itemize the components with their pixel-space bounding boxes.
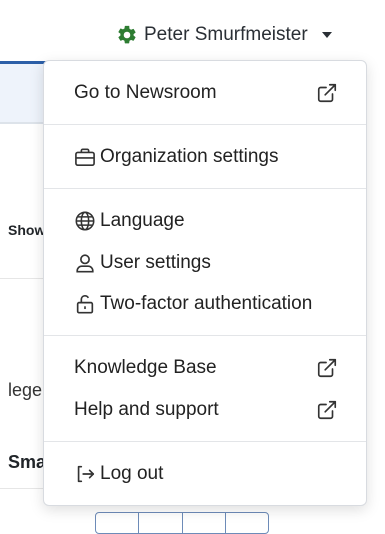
- menu-item-label: Two-factor authentication: [100, 293, 313, 314]
- menu-item-language[interactable]: Language: [74, 204, 338, 238]
- background-show-label: Show: [8, 222, 46, 238]
- globe-icon: [74, 210, 98, 232]
- background-legend-text: lege: [8, 380, 43, 400]
- external-link-icon: [316, 399, 338, 421]
- background-heading-text: Sma: [8, 452, 47, 472]
- menu-item-organization-settings[interactable]: Organization settings: [74, 140, 338, 174]
- menu-item-label: User settings: [100, 252, 211, 273]
- briefcase-icon: [74, 146, 98, 168]
- menu-item-knowledge-base[interactable]: Knowledge Base: [74, 351, 338, 385]
- menu-item-go-to-newsroom[interactable]: Go to Newsroom: [74, 76, 338, 110]
- menu-divider: [44, 441, 366, 442]
- menu-item-label: Help and support: [74, 399, 219, 420]
- logout-icon: [74, 463, 98, 485]
- menu-item-label: Knowledge Base: [74, 357, 217, 378]
- menu-item-help-and-support[interactable]: Help and support: [74, 393, 338, 427]
- menu-divider: [44, 335, 366, 336]
- user-dropdown-menu: Go to Newsroom Organization settings Lan…: [43, 60, 367, 506]
- user-menu-toggle[interactable]: Peter Smurfmeister: [116, 20, 332, 50]
- external-link-icon: [316, 357, 338, 379]
- menu-divider: [44, 124, 366, 125]
- user-icon: [74, 252, 98, 274]
- menu-divider: [44, 188, 366, 189]
- menu-item-two-factor-authentication[interactable]: Two-factor authentication: [74, 287, 338, 321]
- background-pagination: [95, 512, 269, 534]
- menu-item-label: Organization settings: [100, 146, 279, 167]
- chevron-down-icon: [321, 32, 332, 38]
- menu-item-label: Go to Newsroom: [74, 82, 217, 103]
- lock-icon: [74, 293, 98, 315]
- gear-icon: [116, 24, 138, 46]
- menu-item-user-settings[interactable]: User settings: [74, 246, 338, 280]
- user-name: Peter Smurfmeister: [144, 24, 308, 45]
- menu-item-label: Log out: [100, 463, 164, 484]
- menu-item-log-out[interactable]: Log out: [74, 457, 338, 491]
- menu-item-label: Language: [100, 210, 185, 231]
- external-link-icon: [316, 82, 338, 104]
